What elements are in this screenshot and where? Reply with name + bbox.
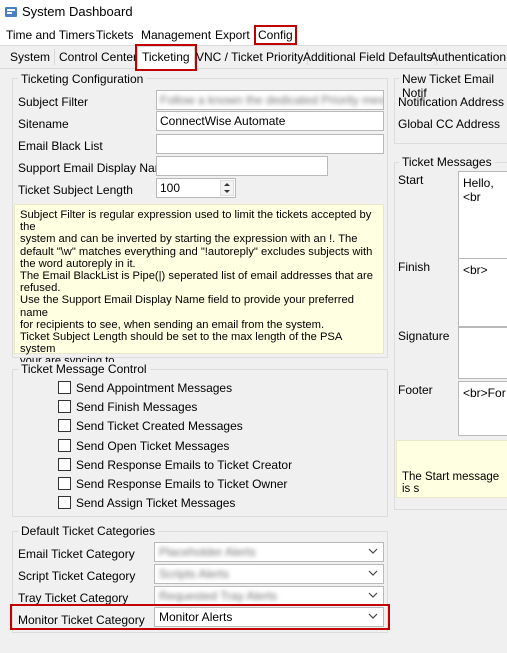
menu-config[interactable]: Config [254, 25, 297, 45]
help-line: Subject Filter is regular expression use… [20, 209, 372, 234]
menu-management[interactable]: Management [139, 27, 213, 43]
email-blacklist-label: Email Black List [18, 139, 103, 153]
send-response-creator-checkbox[interactable] [58, 458, 71, 471]
tab-authentication[interactable]: Authentication [426, 49, 507, 65]
script-category-select[interactable]: Scripts Alerts [154, 564, 384, 584]
send-finish-label[interactable]: Send Finish Messages [76, 400, 197, 414]
send-response-owner-checkbox[interactable] [58, 477, 71, 490]
ticketing-help-text: Subject Filter is regular expression use… [14, 204, 384, 367]
title-bar: System Dashboard [0, 0, 507, 25]
subject-length-stepper[interactable]: 100 [156, 178, 236, 198]
send-open-label[interactable]: Send Open Ticket Messages [76, 439, 229, 453]
finish-message-textarea[interactable]: <br> [458, 258, 507, 327]
send-created-label[interactable]: Send Ticket Created Messages [76, 419, 243, 433]
send-appointment-checkbox[interactable] [58, 381, 71, 394]
tab-ticketing[interactable]: Ticketing [135, 44, 197, 71]
tab-control-center[interactable]: Control Center [55, 49, 143, 65]
menu-bar: Time and Timers Tickets Management Expor… [0, 25, 507, 46]
help-line: refused. [20, 282, 61, 295]
tab-additional-field-defaults[interactable]: Additional Field Defaults [299, 49, 438, 65]
support-display-name-input[interactable] [156, 156, 328, 176]
app-icon [5, 7, 17, 17]
help-line: The Email BlackList is Pipe(|) seperated… [20, 270, 373, 283]
signature-textarea[interactable] [458, 327, 507, 379]
send-appointment-label[interactable]: Send Appointment Messages [76, 381, 232, 395]
notification-address-label: Notification Address [398, 95, 505, 109]
support-display-name-label: Support Email Display Name [18, 161, 172, 175]
footer-label: Footer [398, 383, 433, 397]
ticket-messages-title: Ticket Messages [399, 155, 495, 169]
help-line: Use the Support Email Display Name field… [20, 294, 354, 319]
message-control-title: Ticket Message Control [18, 362, 150, 376]
email-category-label: Email Ticket Category [18, 547, 135, 561]
send-assign-checkbox[interactable] [58, 496, 71, 509]
menu-tickets[interactable]: Tickets [94, 27, 136, 43]
subject-filter-label: Subject Filter [18, 95, 89, 109]
menu-time-and-timers[interactable]: Time and Timers [4, 27, 97, 43]
spin-arrows-icon[interactable] [220, 180, 234, 196]
email-blacklist-input[interactable] [156, 134, 384, 154]
tray-category-select[interactable]: Requested Tray Alerts [154, 586, 384, 606]
tab-strip: System Control Center Ticketing VNC / Ti… [0, 44, 507, 71]
script-category-label: Script Ticket Category [18, 569, 136, 583]
monitor-category-select[interactable]: Monitor Alerts [154, 607, 384, 627]
start-label: Start [398, 173, 424, 187]
help-line: Ticket Subject Length should be set to t… [20, 331, 342, 356]
sitename-label: Sitename [18, 117, 69, 131]
help-line: default "\w" matches everything and "!au… [20, 245, 373, 258]
send-assign-label[interactable]: Send Assign Ticket Messages [76, 496, 235, 510]
start-message-textarea[interactable]: Hello,<br [458, 171, 507, 260]
email-category-select[interactable]: Placeholder Alerts [154, 542, 384, 562]
chevron-down-icon [368, 548, 378, 554]
signature-label: Signature [398, 329, 450, 343]
send-finish-checkbox[interactable] [58, 400, 71, 413]
help-line: for recipients to see, when sending an e… [20, 318, 325, 331]
sitename-input[interactable]: ConnectWise Automate [156, 111, 384, 131]
chevron-down-icon [368, 613, 378, 619]
default-categories-title: Default Ticket Categories [18, 524, 159, 538]
send-response-creator-label[interactable]: Send Response Emails to Ticket Creator [76, 458, 292, 472]
messages-help-text: The Start message is s [396, 440, 507, 498]
tray-category-label: Tray Ticket Category [18, 591, 129, 605]
subject-filter-input[interactable]: Follow a known the dedicated Priority me… [156, 90, 384, 110]
menu-export[interactable]: Export [213, 27, 252, 43]
help-line: the word autoreply in it. [20, 257, 136, 270]
chevron-down-icon [368, 592, 378, 598]
send-created-checkbox[interactable] [58, 419, 71, 432]
footer-textarea[interactable]: <br>For [458, 381, 507, 436]
tab-system[interactable]: System [6, 49, 56, 65]
window-title: System Dashboard [22, 4, 133, 19]
monitor-category-label: Monitor Ticket Category [18, 613, 145, 627]
chevron-down-icon [368, 570, 378, 576]
ticketing-config-title: Ticketing Configuration [18, 72, 147, 86]
send-open-checkbox[interactable] [58, 439, 71, 452]
global-cc-label: Global CC Address [398, 117, 501, 131]
help-line: system and can be inverted by starting t… [20, 233, 358, 246]
finish-label: Finish [398, 260, 431, 274]
subject-length-label: Ticket Subject Length [18, 183, 133, 197]
send-response-owner-label[interactable]: Send Response Emails to Ticket Owner [76, 477, 287, 491]
tab-vnc-ticket-priority[interactable]: VNC / Ticket Priority [192, 49, 309, 65]
